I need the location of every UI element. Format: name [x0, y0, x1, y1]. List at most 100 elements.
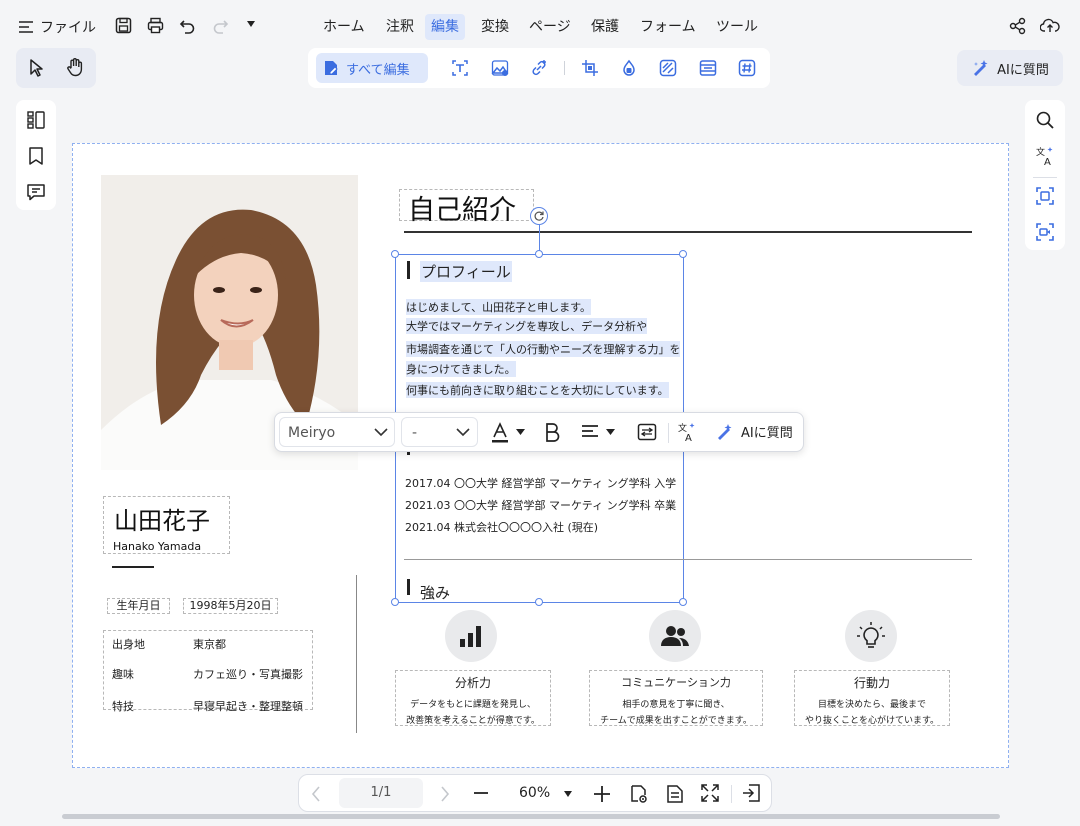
- zoom-level[interactable]: 60%: [519, 785, 550, 801]
- ask-ai-label: AIに質問: [997, 62, 1049, 78]
- fit-page-icon[interactable]: [666, 784, 684, 804]
- reading-mode-icon[interactable]: [629, 784, 649, 804]
- tab-convert[interactable]: 変換: [475, 14, 515, 40]
- resize-handle[interactable]: [535, 598, 543, 606]
- text-color-icon[interactable]: [490, 422, 510, 444]
- edit-all-label: すべて編集: [346, 62, 410, 78]
- add-link-icon[interactable]: [530, 59, 548, 77]
- previous-page-icon[interactable]: [311, 786, 321, 802]
- tab-tools[interactable]: ツール: [710, 14, 764, 40]
- resize-handle[interactable]: [391, 250, 399, 258]
- redo-icon[interactable]: [212, 17, 229, 34]
- undo-icon[interactable]: [179, 17, 196, 34]
- resize-handle[interactable]: [679, 250, 687, 258]
- text-format-toolbar: Meiryo - 文A AIに質問: [274, 412, 804, 452]
- background-icon[interactable]: [659, 59, 677, 77]
- text-spacing-icon[interactable]: [637, 423, 657, 441]
- profile-heading: プロフィール: [420, 261, 512, 282]
- info-table[interactable]: 出身地 東京都 趣味 カフェ巡り・写真撮影 特技 早寝早起き・整理整頓: [103, 630, 313, 713]
- next-page-icon[interactable]: [440, 786, 450, 802]
- caret-down-icon[interactable]: [606, 429, 615, 436]
- profile-line-3: 市場調査を通じて「人の行動やニーズを理解する力」を: [406, 341, 681, 357]
- font-size-select[interactable]: -: [401, 417, 478, 447]
- birth-label[interactable]: 生年月日: [107, 598, 170, 614]
- cloud-upload-icon[interactable]: [1040, 16, 1060, 34]
- strength-desc-1: 相手の意見を丁寧に聞き、: [622, 700, 730, 710]
- strengths-heading-bar: [407, 579, 410, 595]
- name-jp: 山田花子: [114, 507, 210, 535]
- profile-line-2: 大学ではマーケティングを専攻し、データ分析や: [406, 318, 648, 334]
- profile-line-1: はじめまして、山田花子と申します。: [406, 299, 592, 315]
- bates-number-icon[interactable]: [738, 59, 756, 77]
- tab-form[interactable]: フォーム: [634, 14, 702, 40]
- font-size-value: -: [412, 425, 418, 441]
- screen-record-icon[interactable]: [1035, 222, 1055, 242]
- comment-icon[interactable]: [26, 182, 46, 202]
- name-en: Hanako Yamada: [113, 540, 202, 553]
- resize-handle[interactable]: [679, 598, 687, 606]
- crop-icon[interactable]: [581, 59, 599, 77]
- align-icon[interactable]: [581, 424, 599, 440]
- bookmark-icon[interactable]: [26, 146, 46, 166]
- strength-card-action[interactable]: 行動力 目標を決めたら、最後まで やり抜くことを心がけています。: [794, 670, 950, 726]
- title-box[interactable]: 自己紹介: [399, 189, 534, 226]
- right-sidebar: 文A: [1025, 100, 1065, 250]
- strength-card-communication[interactable]: コミュニケーション力 相手の意見を丁寧に聞き、 チームで成果を出すことができます…: [589, 670, 763, 726]
- add-image-icon[interactable]: [491, 59, 509, 77]
- font-family-select[interactable]: Meiryo: [279, 417, 395, 447]
- ocr-icon[interactable]: [1035, 186, 1055, 206]
- birth-value[interactable]: 1998年5月20日: [183, 598, 278, 614]
- strength-desc-1: データをもとに課題を発見し、: [410, 700, 536, 710]
- hamburger-icon: [18, 20, 34, 34]
- translate-icon[interactable]: 文A: [677, 422, 697, 442]
- bold-icon[interactable]: [543, 422, 561, 442]
- strength-desc-2: 改善策を考えることが得意です。: [406, 716, 540, 726]
- search-icon[interactable]: [1035, 110, 1055, 130]
- rotate-handle-icon[interactable]: [530, 207, 548, 225]
- career-line-2: 2021.03 〇〇大学 経営学部 マーケティ ング学科 卒業: [405, 499, 677, 512]
- file-menu[interactable]: ファイル: [18, 14, 96, 40]
- thumbnails-icon[interactable]: [26, 110, 46, 130]
- resize-handle[interactable]: [535, 250, 543, 258]
- tab-edit[interactable]: 編集: [425, 14, 465, 40]
- info-label-hometown: 出身地: [112, 638, 145, 651]
- save-icon[interactable]: [115, 17, 132, 34]
- career-line-3: 2021.04 株式会社〇〇〇〇入社 (現在): [405, 521, 599, 534]
- tab-home[interactable]: ホーム: [317, 14, 371, 40]
- ask-ai-button[interactable]: AIに質問: [957, 50, 1063, 86]
- name-box[interactable]: 山田花子 Hanako Yamada: [103, 496, 230, 554]
- collapse-panel-icon[interactable]: [742, 784, 760, 802]
- add-text-icon[interactable]: [451, 59, 469, 77]
- ai-sparkle-icon: [971, 59, 989, 77]
- strength-desc-1: 目標を決めたら、最後まで: [817, 700, 926, 710]
- resize-handle[interactable]: [391, 598, 399, 606]
- tab-page[interactable]: ページ: [523, 14, 577, 40]
- page-number-input[interactable]: 1/1: [339, 778, 423, 808]
- translate-icon[interactable]: 文A: [1035, 146, 1055, 166]
- bar-chart-icon: [445, 610, 497, 662]
- hand-tool-icon[interactable]: [65, 57, 85, 77]
- svg-text:A: A: [1044, 157, 1051, 166]
- watermark-icon[interactable]: [620, 59, 638, 77]
- header-footer-icon[interactable]: [699, 59, 717, 77]
- chevron-down-icon: [456, 428, 470, 437]
- strengths-heading: 強み: [420, 584, 451, 602]
- tab-protect[interactable]: 保護: [585, 14, 625, 40]
- print-icon[interactable]: [147, 17, 164, 34]
- zoom-out-icon[interactable]: [474, 792, 488, 794]
- horizontal-scrollbar[interactable]: [62, 814, 1000, 819]
- quick-access-dropdown-icon[interactable]: [246, 20, 256, 28]
- ask-ai-inline-button[interactable]: AIに質問: [715, 422, 793, 441]
- edit-all-button[interactable]: すべて編集: [316, 53, 428, 83]
- tab-annotate[interactable]: 注釈: [380, 14, 420, 40]
- zoom-in-icon[interactable]: [594, 786, 610, 802]
- ai-sparkle-icon: [715, 423, 733, 441]
- select-cursor-icon[interactable]: [28, 58, 46, 78]
- strength-card-analysis[interactable]: 分析力 データをもとに課題を発見し、 改善策を考えることが得意です。: [395, 670, 551, 726]
- fullscreen-icon[interactable]: [701, 784, 719, 802]
- strength-title: コミュニケーション力: [621, 676, 731, 689]
- share-icon[interactable]: [1009, 17, 1027, 35]
- zoom-dropdown-icon[interactable]: [564, 791, 572, 797]
- profile-heading-bar: [407, 261, 410, 279]
- caret-down-icon[interactable]: [516, 429, 525, 436]
